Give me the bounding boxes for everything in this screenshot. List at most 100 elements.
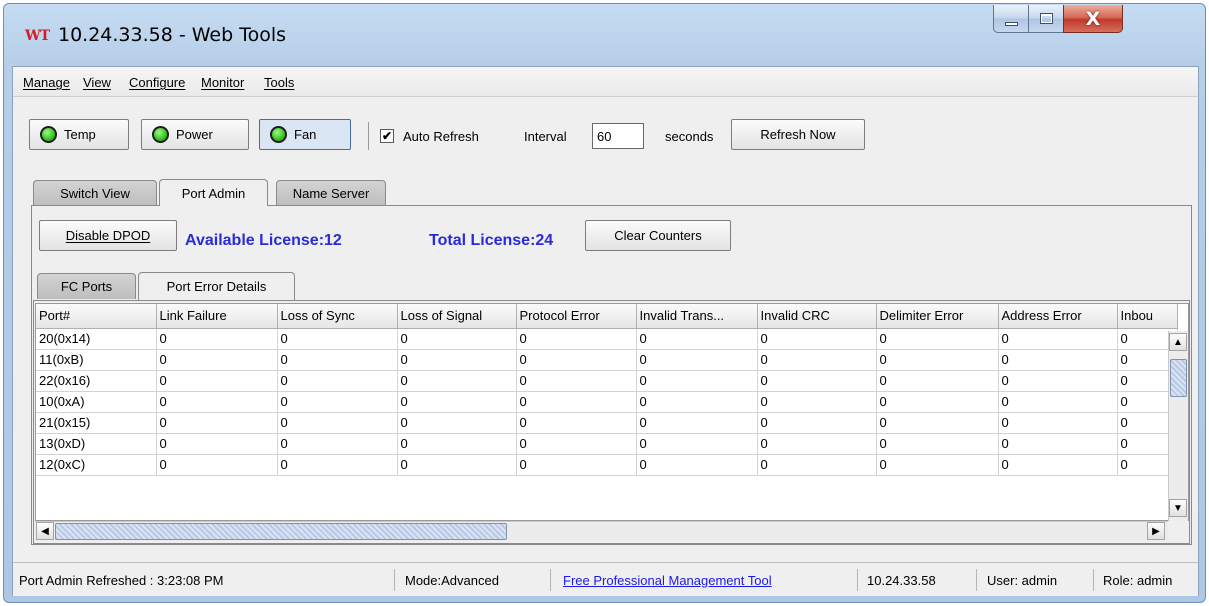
column-header[interactable]: Loss of Signal	[397, 304, 517, 329]
minimize-button[interactable]	[993, 5, 1029, 33]
status-role: Role: admin	[1103, 573, 1173, 588]
error-count-cell: 0	[876, 454, 999, 476]
auto-refresh-checkbox[interactable]: ✔	[380, 129, 394, 143]
horizontal-scrollbar[interactable]: ◀ ▶	[35, 521, 1168, 541]
maximize-button[interactable]	[1028, 5, 1064, 33]
error-count-cell: 0	[277, 349, 398, 371]
error-count-cell: 0	[516, 370, 637, 392]
temp-button[interactable]: Temp	[29, 119, 129, 150]
error-count-cell: 0	[397, 412, 517, 434]
port-cell: 20(0x14)	[36, 328, 157, 350]
temp-label: Temp	[64, 127, 96, 142]
error-count-cell: 0	[636, 391, 758, 413]
table-row[interactable]: 11(0xB) 0 0 0 0 0 0 0 0 0	[36, 349, 1178, 371]
disable-dpod-button[interactable]: Disable DPOD	[39, 220, 177, 251]
column-header[interactable]: Inbou	[1117, 304, 1178, 329]
error-count-cell: 0	[636, 454, 758, 476]
free-management-tool-link[interactable]: Free Professional Management Tool	[563, 573, 772, 588]
port-error-table: Port# Link Failure Loss of Sync Loss of …	[35, 303, 1189, 521]
fan-button[interactable]: Fan	[259, 119, 351, 150]
power-status-icon	[152, 126, 169, 143]
window-title: 10.24.33.58 - Web Tools	[58, 24, 287, 46]
error-count-cell: 0	[998, 370, 1118, 392]
close-button[interactable]: X	[1063, 5, 1123, 33]
table-row[interactable]: 20(0x14) 0 0 0 0 0 0 0 0 0	[36, 328, 1178, 350]
menu-manage[interactable]: Manage	[23, 75, 70, 90]
error-count-cell: 0	[636, 349, 758, 371]
error-count-cell: 0	[998, 454, 1118, 476]
port-cell: 13(0xD)	[36, 433, 157, 455]
arrow-left-icon[interactable]: ◀	[36, 522, 54, 540]
error-count-cell: 0	[277, 370, 398, 392]
menu-monitor[interactable]: Monitor	[201, 75, 244, 90]
error-count-cell: 0	[156, 391, 278, 413]
table-row[interactable]: 21(0x15) 0 0 0 0 0 0 0 0 0	[36, 412, 1178, 434]
vertical-scroll-thumb[interactable]	[1170, 359, 1187, 397]
table-header-row: Port# Link Failure Loss of Sync Loss of …	[36, 304, 1178, 329]
available-license-text: Available License:12	[185, 232, 342, 249]
status-separator	[394, 569, 395, 591]
clear-counters-label: Clear Counters	[614, 228, 702, 243]
tab-fc-ports[interactable]: FC Ports	[37, 273, 136, 299]
column-header[interactable]: Link Failure	[156, 304, 278, 329]
error-count-cell: 0	[397, 349, 517, 371]
horizontal-scroll-thumb[interactable]	[55, 523, 507, 540]
error-count-cell: 0	[397, 370, 517, 392]
tab-port-error-details-label: Port Error Details	[166, 279, 267, 294]
arrow-right-icon[interactable]: ▶	[1147, 522, 1165, 540]
tab-port-error-details[interactable]: Port Error Details	[138, 272, 295, 300]
error-count-cell: 0	[757, 349, 877, 371]
error-count-cell: 0	[156, 349, 278, 371]
error-count-cell: 0	[516, 412, 637, 434]
port-cell: 21(0x15)	[36, 412, 157, 434]
error-count-cell: 0	[876, 370, 999, 392]
error-count-cell: 0	[757, 412, 877, 434]
total-license-text: Total License:24	[429, 232, 554, 249]
arrow-down-icon[interactable]: ▼	[1169, 499, 1187, 517]
tab-port-admin[interactable]: Port Admin	[159, 179, 268, 206]
clear-counters-button[interactable]: Clear Counters	[585, 220, 731, 251]
column-header[interactable]: Address Error	[998, 304, 1118, 329]
port-cell: 10(0xA)	[36, 391, 157, 413]
table-row[interactable]: 12(0xC) 0 0 0 0 0 0 0 0 0	[36, 454, 1178, 476]
error-count-cell: 0	[397, 391, 517, 413]
table-row[interactable]: 22(0x16) 0 0 0 0 0 0 0 0 0	[36, 370, 1178, 392]
column-header[interactable]: Protocol Error	[516, 304, 637, 329]
column-header[interactable]: Invalid Trans...	[636, 304, 758, 329]
table-row[interactable]: 10(0xA) 0 0 0 0 0 0 0 0 0	[36, 391, 1178, 413]
arrow-up-icon[interactable]: ▲	[1169, 333, 1187, 351]
tab-name-server[interactable]: Name Server	[276, 180, 386, 206]
column-header[interactable]: Delimiter Error	[876, 304, 999, 329]
error-count-cell: 0	[516, 391, 637, 413]
column-header[interactable]: Invalid CRC	[757, 304, 877, 329]
interval-input[interactable]	[592, 123, 644, 149]
tab-switch-view[interactable]: Switch View	[33, 180, 157, 206]
title-bar[interactable]: WT 10.24.33.58 - Web Tools X	[4, 4, 1205, 66]
tab-fc-ports-label: FC Ports	[60, 279, 113, 294]
status-mode: Mode:Advanced	[405, 573, 499, 588]
seconds-label: seconds	[665, 129, 714, 144]
error-count-cell: 0	[277, 328, 398, 350]
error-count-cell: 0	[757, 391, 877, 413]
menu-tools[interactable]: Tools	[264, 75, 294, 90]
refresh-now-button[interactable]: Refresh Now	[731, 119, 865, 150]
minimize-icon	[1004, 21, 1018, 26]
column-header[interactable]: Loss of Sync	[277, 304, 398, 329]
close-icon: X	[1085, 7, 1101, 30]
fan-label: Fan	[294, 127, 317, 142]
column-header[interactable]: Port#	[36, 304, 157, 329]
error-count-cell: 0	[156, 454, 278, 476]
status-bar: Port Admin Refreshed : 3:23:08 PM Mode:A…	[13, 562, 1198, 596]
error-count-cell: 0	[636, 433, 758, 455]
refresh-now-label: Refresh Now	[760, 127, 836, 142]
error-count-cell: 0	[876, 433, 999, 455]
tab-name-server-label: Name Server	[292, 186, 370, 201]
menu-configure[interactable]: Configure	[129, 75, 185, 90]
power-label: Power	[176, 127, 213, 142]
toolbar-separator	[368, 122, 369, 150]
tab-port-admin-label: Port Admin	[181, 185, 246, 201]
table-row[interactable]: 13(0xD) 0 0 0 0 0 0 0 0 0	[36, 433, 1178, 455]
power-button[interactable]: Power	[141, 119, 249, 150]
menu-view[interactable]: View	[83, 75, 111, 90]
vertical-scrollbar[interactable]: ▲ ▼	[1168, 331, 1188, 521]
